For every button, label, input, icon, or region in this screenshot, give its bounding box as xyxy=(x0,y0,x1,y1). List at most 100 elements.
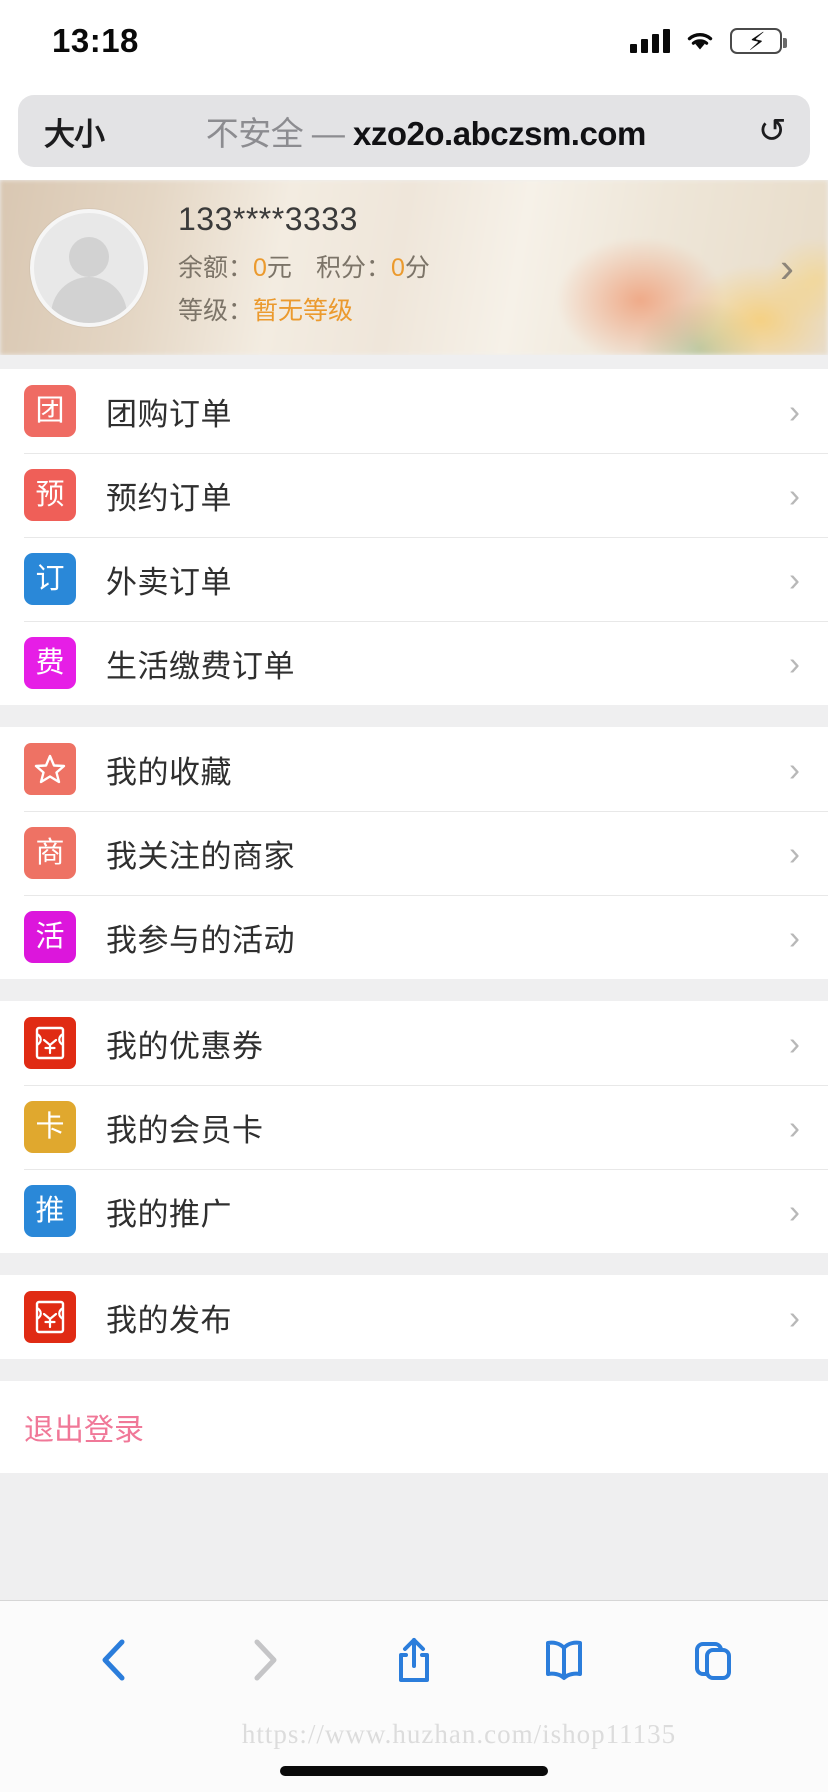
coupon-icon xyxy=(24,1291,76,1343)
points-unit: 分 xyxy=(404,254,430,282)
status-bar-time: 13:18 xyxy=(52,22,139,59)
cellular-signal-icon xyxy=(630,29,670,53)
chevron-right-icon: › xyxy=(789,560,800,598)
menu-group-favorites: 我的收藏 › 商我关注的商家 › 活我参与的活动 › xyxy=(0,727,828,979)
badge-icon: 商 xyxy=(24,827,76,879)
chevron-right-icon xyxy=(254,1639,277,1681)
profile-chevron-right-icon[interactable]: › xyxy=(780,246,794,289)
list-item[interactable]: 推我的推广 › xyxy=(0,1169,828,1253)
share-icon xyxy=(398,1638,429,1682)
text-size-button[interactable]: 大小 xyxy=(44,109,105,154)
profile-level: 等级：暂无等级 xyxy=(178,291,430,327)
book-icon xyxy=(545,1640,582,1680)
list-item[interactable]: 我的优惠券 › xyxy=(0,1001,828,1085)
balance-label: 余额： xyxy=(178,254,254,282)
balance-unit: 元 xyxy=(266,254,292,282)
menu-group-wallet: 我的优惠券 › 卡我的会员卡 › 推我的推广 › xyxy=(0,1001,828,1253)
chevron-right-icon: › xyxy=(789,750,800,788)
badge-icon: 费 xyxy=(24,637,76,689)
menu-groups: 团团购订单 › 预预约订单 › 订外卖订单 › 费生活缴费订单 › 我的收藏 › 商我关注的商家 › 活… xyxy=(0,369,828,1359)
logout-label[interactable]: 退出登录 xyxy=(24,1405,144,1449)
list-item-label: 团购订单 xyxy=(106,396,232,432)
list-item-label: 我的发布 xyxy=(106,1302,232,1338)
list-item-label: 预约订单 xyxy=(106,480,232,516)
balance-value: 0 xyxy=(253,254,267,282)
page-content: 133****3333 余额：0元 积分：0分 等级：暂无等级 › 团团购订单 › 预… xyxy=(0,180,828,1600)
browser-toolbar-top: 大小 不安全 — xzo2o.abczsm.com ↻ xyxy=(0,82,828,180)
chevron-right-icon: › xyxy=(789,392,800,430)
section-gap xyxy=(0,1359,828,1381)
star-icon xyxy=(24,743,76,795)
list-item[interactable]: 卡我的会员卡 › xyxy=(0,1085,828,1169)
section-gap xyxy=(0,1253,828,1275)
list-item[interactable]: 团团购订单 › xyxy=(0,369,828,453)
phone-screen: 13:18 ⚡ 大小 不安全 — xzo2o.abczsm.com ↻ 133*… xyxy=(0,0,828,1792)
separator-dash: — xyxy=(311,115,345,152)
address-bar-host: xzo2o.abczsm.com xyxy=(353,115,646,152)
list-item-label: 生活缴费订单 xyxy=(106,648,295,684)
list-item-label: 外卖订单 xyxy=(106,564,232,600)
chevron-right-icon: › xyxy=(789,1108,800,1146)
address-bar-text[interactable]: 不安全 — xzo2o.abczsm.com xyxy=(104,107,758,155)
badge-icon: 预 xyxy=(24,469,76,521)
list-item-label: 我参与的活动 xyxy=(106,922,295,958)
address-bar[interactable]: 大小 不安全 — xzo2o.abczsm.com ↻ xyxy=(18,95,810,167)
badge-icon: 订 xyxy=(24,553,76,605)
list-item[interactable]: 预预约订单 › xyxy=(0,453,828,537)
list-item[interactable]: 我的发布 › xyxy=(0,1275,828,1359)
profile-balance-points: 余额：0元 积分：0分 xyxy=(178,248,430,284)
chevron-right-icon: › xyxy=(789,476,800,514)
badge-icon: 推 xyxy=(24,1185,76,1237)
status-bar-indicators: ⚡ xyxy=(630,28,787,55)
page-watermark: https://www.huzhan.com/ishop11135 xyxy=(241,1719,677,1749)
wifi-icon xyxy=(684,29,716,53)
profile-info: 133****3333 余额：0元 积分：0分 等级：暂无等级 xyxy=(178,201,430,334)
tabs-button[interactable] xyxy=(638,1634,788,1686)
chevron-right-icon: › xyxy=(789,1024,800,1062)
list-item[interactable]: 费生活缴费订单 › xyxy=(0,621,828,705)
level-label: 等级： xyxy=(178,297,254,325)
chevron-right-icon: › xyxy=(789,1298,800,1336)
profile-header[interactable]: 133****3333 余额：0元 积分：0分 等级：暂无等级 › xyxy=(0,180,828,355)
menu-group-orders: 团团购订单 › 预预约订单 › 订外卖订单 › 费生活缴费订单 › xyxy=(0,369,828,705)
chevron-right-icon: › xyxy=(789,834,800,872)
chevron-right-icon: › xyxy=(789,918,800,956)
list-item-label: 我的推广 xyxy=(106,1196,232,1232)
tabs-icon xyxy=(695,1642,732,1680)
reload-icon[interactable]: ↻ xyxy=(758,112,787,150)
browser-toolbar-bottom: https://www.huzhan.com/ishop11135 xyxy=(0,1600,828,1792)
menu-group-publish: 我的发布 › xyxy=(0,1275,828,1359)
chevron-right-icon: › xyxy=(789,1192,800,1230)
list-item[interactable]: 活我参与的活动 › xyxy=(0,895,828,979)
list-item-label: 我关注的商家 xyxy=(106,838,295,874)
home-indicator xyxy=(280,1766,548,1776)
list-item[interactable]: 我的收藏 › xyxy=(0,727,828,811)
forward-button[interactable] xyxy=(190,1634,340,1686)
list-item-label: 我的会员卡 xyxy=(106,1112,264,1148)
status-bar: 13:18 ⚡ xyxy=(0,0,828,82)
section-gap xyxy=(0,355,828,369)
list-item-label: 我的优惠券 xyxy=(106,1028,264,1064)
share-button[interactable] xyxy=(339,1634,489,1686)
list-item[interactable]: 订外卖订单 › xyxy=(0,537,828,621)
level-value: 暂无等级 xyxy=(253,297,354,325)
insecure-label: 不安全 xyxy=(205,115,304,152)
points-value: 0 xyxy=(390,254,405,282)
logout-row[interactable]: 退出登录 xyxy=(0,1381,828,1473)
badge-icon: 卡 xyxy=(24,1101,76,1153)
section-gap xyxy=(0,705,828,727)
list-item[interactable]: 商我关注的商家 › xyxy=(0,811,828,895)
avatar[interactable] xyxy=(30,208,148,327)
chevron-right-icon: › xyxy=(789,644,800,682)
profile-phone: 133****3333 xyxy=(178,201,358,237)
bookmarks-button[interactable] xyxy=(489,1634,639,1686)
points-label: 积分： xyxy=(315,254,391,282)
coupon-icon xyxy=(24,1017,76,1069)
badge-icon: 活 xyxy=(24,911,76,963)
battery-charging-icon: ⚡ xyxy=(730,28,787,55)
section-gap xyxy=(0,979,828,1001)
back-button[interactable] xyxy=(40,1634,190,1686)
badge-icon: 团 xyxy=(24,385,76,437)
chevron-left-icon xyxy=(102,1639,125,1681)
list-item-label: 我的收藏 xyxy=(106,754,232,790)
